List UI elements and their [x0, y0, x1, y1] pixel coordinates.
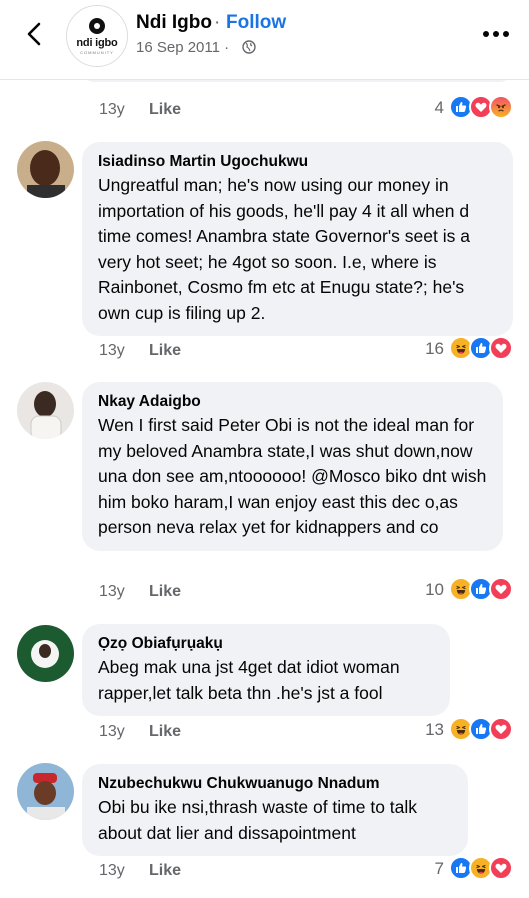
- logo-mark-icon: [89, 17, 105, 34]
- comment-author[interactable]: Nzubechukwu Chukwuanugo Nnadum: [98, 775, 452, 793]
- avatar-logo-text: ndi igbo: [76, 36, 118, 49]
- reaction-count[interactable]: 7: [410, 859, 444, 879]
- like-button[interactable]: Like: [149, 101, 181, 119]
- reaction-count[interactable]: 4: [410, 98, 444, 118]
- reaction-icons[interactable]: [449, 717, 513, 741]
- comment-bubble: Nkay Adaigbo Wen I first said Peter Obi …: [82, 382, 503, 551]
- globe-icon: [242, 40, 256, 54]
- angry-reaction-icon[interactable]: [489, 95, 513, 119]
- reaction-icons[interactable]: [449, 336, 513, 360]
- reaction-icons[interactable]: [449, 95, 513, 119]
- back-arrow-icon[interactable]: [18, 18, 50, 50]
- avatar-logo-subtext: COMMUNITY: [80, 49, 114, 55]
- comment-time[interactable]: 13y: [99, 723, 125, 741]
- comment-time[interactable]: 13y: [99, 342, 125, 360]
- comment-author[interactable]: Ọzọ Obiafụrụakụ: [98, 635, 434, 653]
- comment-author[interactable]: Nkay Adaigbo: [98, 393, 487, 411]
- page-name[interactable]: Ndi Igbo: [136, 12, 212, 34]
- comment-time[interactable]: 13y: [99, 862, 125, 880]
- separator-dot: ·: [214, 12, 221, 33]
- comment-text: Obi bu ike nsi,thrash waste of time to t…: [98, 797, 418, 843]
- follow-button[interactable]: Follow: [226, 12, 286, 34]
- reaction-icons[interactable]: [449, 577, 513, 601]
- post-date[interactable]: 16 Sep 2011 ·: [136, 39, 229, 56]
- reaction-count[interactable]: 13: [410, 720, 444, 740]
- avatar[interactable]: [17, 382, 74, 439]
- comment-bubble: Isiadinso Martin Ugochukwu Ungreatful ma…: [82, 142, 513, 336]
- like-button[interactable]: Like: [149, 723, 181, 741]
- comment-time[interactable]: 13y: [99, 583, 125, 601]
- love-reaction-icon[interactable]: [489, 336, 513, 360]
- more-options-icon[interactable]: [482, 30, 510, 38]
- avatar[interactable]: [17, 141, 74, 198]
- love-reaction-icon[interactable]: [489, 577, 513, 601]
- avatar[interactable]: [17, 625, 74, 682]
- post-header: ndi igbo COMMUNITY Ndi Igbo · Follow 16 …: [0, 0, 529, 80]
- reaction-icons[interactable]: [449, 856, 513, 880]
- like-button[interactable]: Like: [149, 862, 181, 880]
- reaction-count[interactable]: 10: [410, 580, 444, 600]
- comment-bubble: Ọzọ Obiafụrụakụ Abeg mak una jst 4get da…: [82, 624, 450, 716]
- like-button[interactable]: Like: [149, 342, 181, 360]
- love-reaction-icon[interactable]: [489, 717, 513, 741]
- comment-time[interactable]: 13y: [99, 101, 125, 119]
- comment-text: Ungreatful man; he's now using our money…: [98, 175, 470, 323]
- like-button[interactable]: Like: [149, 583, 181, 601]
- comment-bubble: Nzubechukwu Chukwuanugo Nnadum Obi bu ik…: [82, 764, 468, 856]
- comment-text: Abeg mak una jst 4get dat idiot woman ra…: [98, 657, 400, 703]
- avatar[interactable]: [17, 763, 74, 820]
- comment-author[interactable]: Isiadinso Martin Ugochukwu: [98, 153, 497, 171]
- page-avatar[interactable]: ndi igbo COMMUNITY: [66, 5, 128, 67]
- love-reaction-icon[interactable]: [489, 856, 513, 880]
- comment-text: Wen I first said Peter Obi is not the id…: [98, 415, 487, 537]
- reaction-count[interactable]: 16: [410, 339, 444, 359]
